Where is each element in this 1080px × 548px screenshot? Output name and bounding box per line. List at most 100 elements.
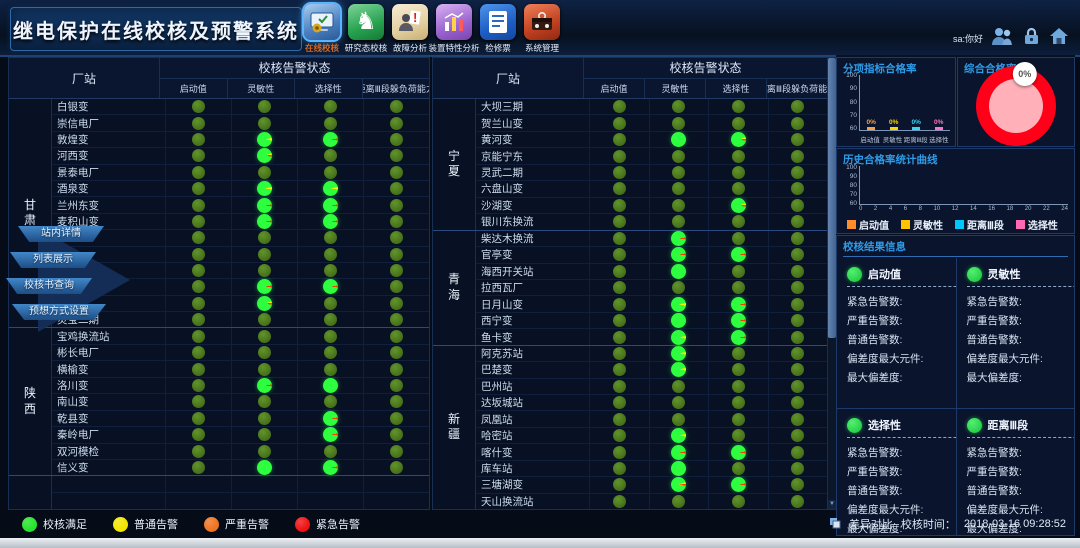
station-name[interactable]: 银川东换流 — [476, 214, 589, 229]
status-dot[interactable] — [390, 346, 403, 359]
status-dot[interactable] — [257, 460, 272, 475]
status-dot[interactable] — [257, 148, 272, 163]
status-dot[interactable] — [257, 296, 272, 311]
status-dot[interactable] — [323, 460, 338, 475]
status-dot[interactable] — [732, 495, 745, 508]
status-dot[interactable] — [791, 446, 804, 459]
status-dot[interactable] — [791, 347, 804, 360]
status-dot[interactable] — [192, 166, 205, 179]
status-dot[interactable] — [613, 462, 626, 475]
status-dot[interactable] — [192, 330, 205, 343]
status-dot[interactable] — [323, 132, 338, 147]
status-dot[interactable] — [672, 413, 685, 426]
station-name[interactable]: 横榆变 — [52, 361, 165, 376]
menu-button-2[interactable]: 校核书查询 — [6, 278, 92, 294]
station-name[interactable]: 巴楚变 — [476, 362, 589, 377]
status-dot[interactable] — [390, 280, 403, 293]
status-dot[interactable] — [257, 181, 272, 196]
status-dot[interactable] — [258, 346, 271, 359]
status-dot[interactable] — [672, 495, 685, 508]
status-dot[interactable] — [390, 461, 403, 474]
status-dot[interactable] — [791, 100, 804, 113]
status-dot[interactable] — [192, 379, 205, 392]
status-dot[interactable] — [192, 346, 205, 359]
status-dot[interactable] — [671, 477, 686, 492]
status-dot[interactable] — [324, 445, 337, 458]
status-dot[interactable] — [324, 297, 337, 310]
status-dot[interactable] — [672, 150, 685, 163]
status-dot[interactable] — [390, 199, 403, 212]
status-dot[interactable] — [613, 314, 626, 327]
status-dot[interactable] — [791, 248, 804, 261]
station-name[interactable]: 秦岭电厂 — [52, 427, 165, 442]
station-name[interactable]: 西宁变 — [476, 313, 589, 328]
status-dot[interactable] — [192, 445, 205, 458]
status-dot[interactable] — [192, 313, 205, 326]
status-dot[interactable] — [390, 215, 403, 228]
status-dot[interactable] — [257, 198, 272, 213]
status-dot[interactable] — [791, 182, 804, 195]
status-dot[interactable] — [390, 428, 403, 441]
status-dot[interactable] — [390, 313, 403, 326]
status-dot[interactable] — [791, 117, 804, 130]
status-dot[interactable] — [731, 330, 746, 345]
status-dot[interactable] — [258, 117, 271, 130]
status-dot[interactable] — [732, 166, 745, 179]
status-dot[interactable] — [732, 347, 745, 360]
status-dot[interactable] — [732, 232, 745, 245]
station-name[interactable]: 官亭变 — [476, 247, 589, 262]
status-dot[interactable] — [192, 264, 205, 277]
status-dot[interactable] — [324, 395, 337, 408]
station-name[interactable]: 河西变 — [52, 148, 165, 163]
status-dot[interactable] — [613, 117, 626, 130]
station-name[interactable] — [52, 476, 165, 492]
status-dot[interactable] — [613, 133, 626, 146]
status-dot[interactable] — [791, 199, 804, 212]
status-dot[interactable] — [671, 445, 686, 460]
scroll-down-arrow-icon[interactable]: ▼ — [828, 500, 836, 509]
station-name[interactable]: 喀什变 — [476, 444, 589, 459]
status-dot[interactable] — [732, 413, 745, 426]
status-dot[interactable] — [323, 279, 338, 294]
status-dot[interactable] — [613, 265, 626, 278]
status-dot[interactable] — [390, 248, 403, 261]
status-dot[interactable] — [323, 198, 338, 213]
status-dot[interactable] — [791, 363, 804, 376]
station-name[interactable]: 白银变 — [52, 99, 165, 114]
status-dot[interactable] — [258, 100, 271, 113]
status-dot[interactable] — [192, 149, 205, 162]
station-name[interactable]: 阿克苏站 — [476, 346, 589, 361]
station-name[interactable]: 黄河变 — [476, 132, 589, 147]
status-dot[interactable] — [324, 346, 337, 359]
status-dot[interactable] — [732, 281, 745, 294]
status-dot[interactable] — [192, 395, 205, 408]
nav-item-4[interactable]: 检修票 — [476, 4, 520, 54]
status-dot[interactable] — [390, 363, 403, 376]
station-name[interactable]: 日月山变 — [476, 296, 589, 311]
status-dot[interactable] — [613, 281, 626, 294]
station-name[interactable]: 哈密站 — [476, 428, 589, 443]
status-dot[interactable] — [192, 100, 205, 113]
station-name[interactable]: 巴州站 — [476, 379, 589, 394]
status-dot[interactable] — [672, 215, 685, 228]
status-dot[interactable] — [672, 166, 685, 179]
status-dot[interactable] — [390, 445, 403, 458]
nav-item-1[interactable]: ♞ 研究态校核 — [344, 4, 388, 54]
station-name[interactable]: 兰州东变 — [52, 197, 165, 212]
station-name[interactable]: 大坝三期 — [476, 99, 589, 114]
status-dot[interactable] — [257, 279, 272, 294]
nav-item-5[interactable]: 系统管理 — [520, 4, 564, 54]
menu-button-0[interactable]: 站内详情 — [18, 226, 104, 242]
menu-button-3[interactable]: 预想方式设置 — [12, 304, 106, 320]
status-dot[interactable] — [257, 214, 272, 229]
status-dot[interactable] — [671, 297, 686, 312]
status-dot[interactable] — [613, 150, 626, 163]
status-dot[interactable] — [791, 265, 804, 278]
status-dot[interactable] — [192, 297, 205, 310]
status-dot[interactable] — [671, 461, 686, 476]
status-dot[interactable] — [324, 166, 337, 179]
status-dot[interactable] — [192, 133, 205, 146]
status-dot[interactable] — [324, 330, 337, 343]
status-dot[interactable] — [613, 215, 626, 228]
status-dot[interactable] — [323, 411, 338, 426]
